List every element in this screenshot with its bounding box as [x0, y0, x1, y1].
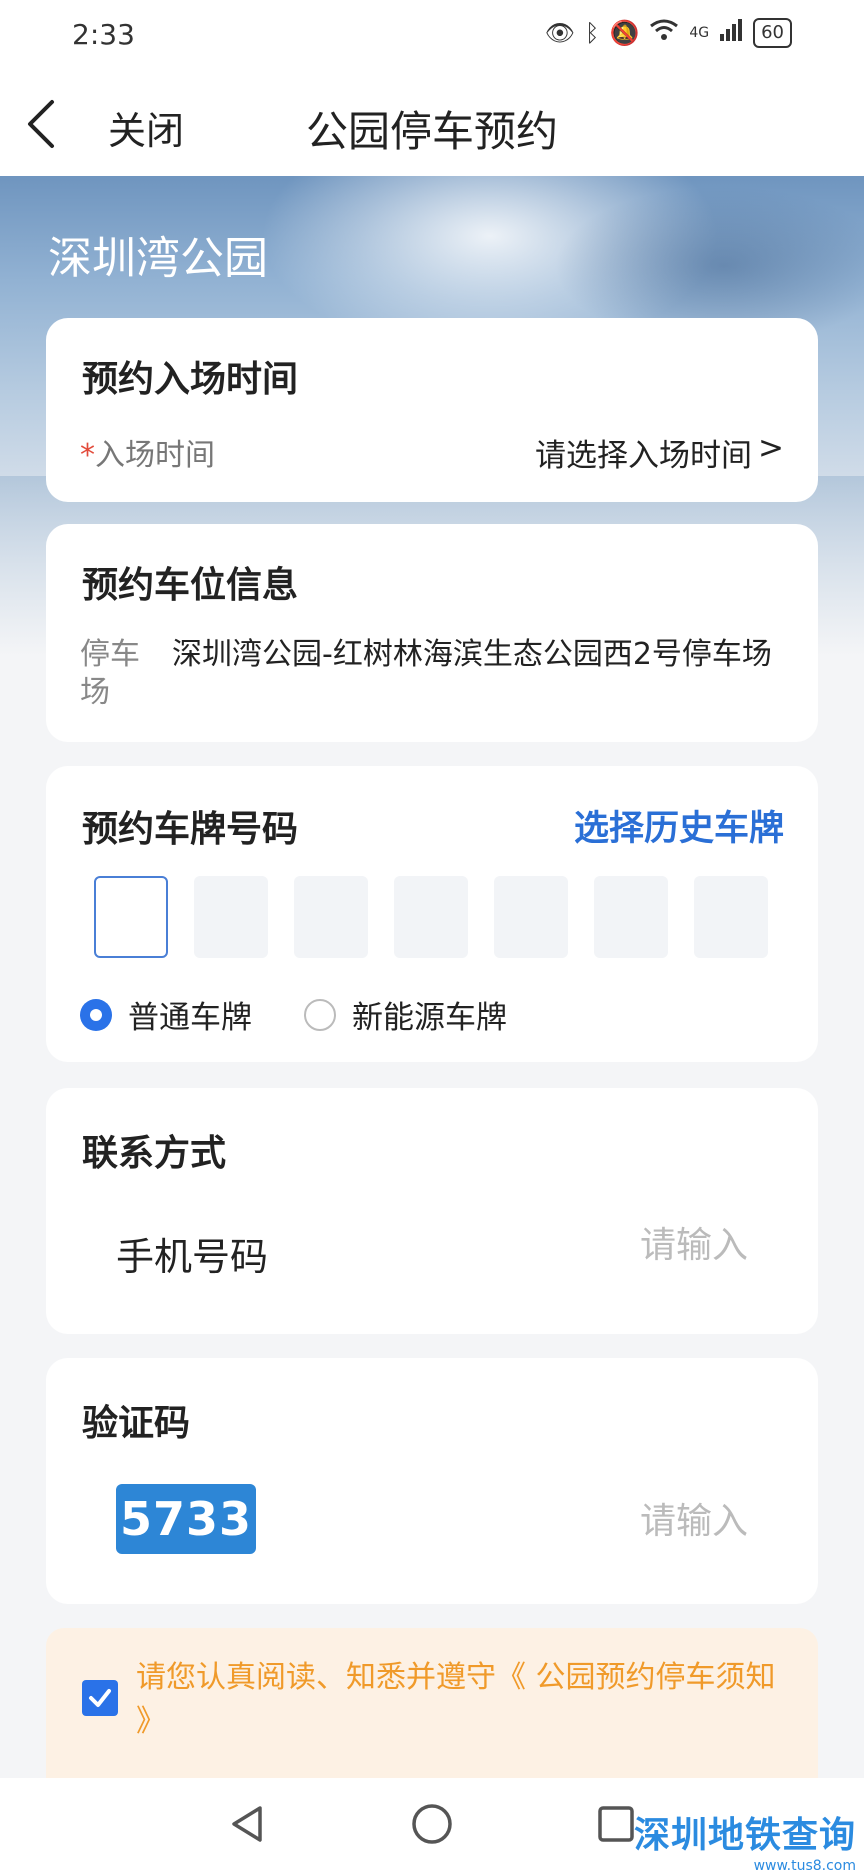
- verification-card: 验证码 5733: [46, 1358, 818, 1604]
- chevron-right-icon: >: [758, 430, 784, 466]
- contact-card: 联系方式 手机号码: [46, 1088, 818, 1334]
- park-name: 深圳湾公园: [48, 233, 268, 284]
- plate-char-input[interactable]: [694, 876, 768, 958]
- plate-char-input[interactable]: [94, 876, 168, 958]
- entry-time-title: 预约入场时间: [82, 359, 299, 400]
- parking-spot-card: 预约车位信息 停车场 深圳湾公园-红树林海滨生态公园西2号停车场: [46, 524, 818, 742]
- plate-type-regular[interactable]: 普通车牌: [80, 992, 252, 1037]
- signal-icon: [719, 18, 743, 48]
- plate-card: 预约车牌号码 选择历史车牌 普通车牌 新能源车牌: [46, 766, 818, 1062]
- checkmark-icon: [89, 1689, 111, 1707]
- verification-code-input[interactable]: [448, 1500, 748, 1542]
- page-title: 公园停车预约: [305, 107, 558, 156]
- mute-bell-icon: 🔕: [609, 19, 640, 47]
- lot-value: 深圳湾公园-红树林海滨生态公园西2号停车场: [172, 637, 772, 672]
- status-bar: 2:33 👁 ᛒ 🔕 4G 60: [0, 0, 864, 72]
- plate-title: 预约车牌号码: [82, 809, 299, 850]
- watermark-url: www.tus8.com: [753, 1858, 856, 1872]
- recents-square-icon[interactable]: [592, 1800, 640, 1848]
- history-plate-link[interactable]: 选择历史车牌: [574, 800, 784, 851]
- phone-input[interactable]: [448, 1224, 748, 1266]
- phone-label: 手机号码: [116, 1235, 269, 1279]
- verification-title: 验证码: [82, 1403, 191, 1444]
- battery-icon: 60: [753, 18, 792, 48]
- entry-time-label: *入场时间: [80, 438, 215, 473]
- plate-char-input[interactable]: [594, 876, 668, 958]
- plate-char-input[interactable]: [194, 876, 268, 958]
- plate-char-input[interactable]: [394, 876, 468, 958]
- plate-char-input[interactable]: [494, 876, 568, 958]
- lot-label: 停车场: [80, 637, 140, 710]
- status-icons: 👁 ᛒ 🔕 4G 60: [545, 18, 792, 48]
- eye-icon: 👁: [544, 19, 576, 47]
- plate-type-label: 普通车牌: [128, 1000, 252, 1036]
- network-type: 4G: [689, 25, 710, 41]
- bluetooth-icon: ᛒ: [585, 19, 600, 47]
- captcha-image[interactable]: 5733: [116, 1484, 256, 1554]
- wifi-icon: [649, 18, 679, 48]
- agreement-text[interactable]: 请您认真阅读、知悉并遵守《 公园预约停车须知 》: [136, 1656, 786, 1744]
- contact-title: 联系方式: [82, 1133, 227, 1174]
- required-mark: *: [80, 438, 95, 473]
- entry-time-card: 预约入场时间 *入场时间 请选择入场时间 >: [46, 318, 818, 502]
- plate-type-label: 新能源车牌: [352, 1000, 507, 1036]
- entry-time-value: 请选择入场时间: [535, 438, 753, 474]
- radio-unchecked-icon: [304, 998, 336, 1031]
- parking-spot-title: 预约车位信息: [82, 565, 299, 606]
- home-circle-icon[interactable]: [408, 1800, 456, 1848]
- agreement-notice: 请您认真阅读、知悉并遵守《 公园预约停车须知 》: [46, 1628, 818, 1778]
- plate-char-input[interactable]: [294, 876, 368, 958]
- status-time: 2:33: [72, 18, 135, 51]
- watermark-title: 深圳地铁查询: [633, 1815, 856, 1856]
- entry-time-selector[interactable]: 请选择入场时间 >: [535, 430, 784, 475]
- watermark: 深圳地铁查询 www.tus8.com: [634, 1806, 856, 1872]
- header: 关闭 公园停车预约: [0, 72, 864, 176]
- back-triangle-icon[interactable]: [224, 1800, 272, 1848]
- radio-checked-icon: [80, 998, 112, 1031]
- agreement-checkbox[interactable]: [82, 1680, 118, 1716]
- plate-type-new-energy[interactable]: 新能源车牌: [304, 992, 507, 1037]
